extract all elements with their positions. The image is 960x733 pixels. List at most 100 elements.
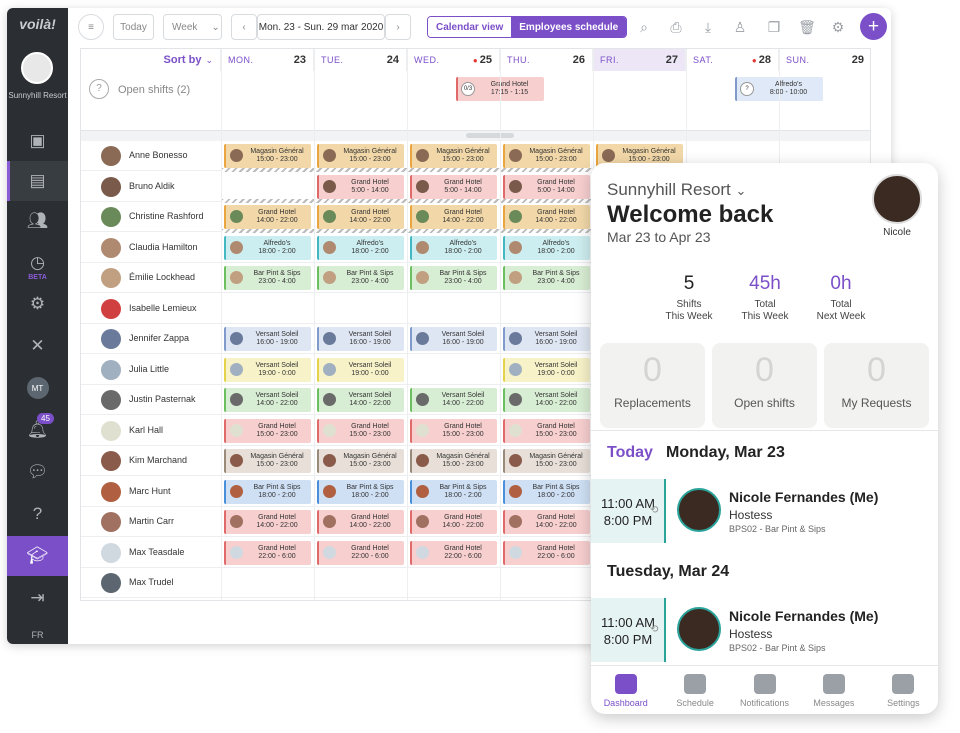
shift-block[interactable]: Grand Hotel22:00 - 6:00	[317, 540, 404, 565]
employees-schedule-tab[interactable]: Employees schedule	[511, 17, 627, 37]
shift-block[interactable]: Versant Soleil14:00 - 22:00	[224, 388, 311, 412]
shift-block[interactable]: Grand Hotel14:00 - 22:00	[410, 205, 497, 229]
employee-name[interactable]: Marc Hunt	[129, 486, 171, 496]
tab-notifications[interactable]: Notifications	[730, 666, 799, 714]
shift-block[interactable]: Versant Soleil14:00 - 22:00	[503, 388, 590, 412]
shift-block[interactable]: Alfredo's18:00 - 2:00	[224, 235, 311, 260]
date-range-display[interactable]: Mon. 23 - Sun. 29 mar 2020	[257, 14, 385, 40]
sort-by-control[interactable]: Sort by ⌄	[81, 49, 221, 71]
add-user-icon[interactable]: ♙	[731, 18, 749, 36]
tab-schedule[interactable]: Schedule	[660, 666, 729, 714]
shift-block[interactable]: Grand Hotel14:00 - 22:00	[224, 205, 311, 229]
shift-block[interactable]: Bar Pint & Sips18:00 - 2:00	[317, 479, 404, 504]
calendar-view-tab[interactable]: Calendar view	[428, 17, 512, 37]
employee-name[interactable]: Émilie Lockhead	[129, 272, 195, 282]
employee-avatar[interactable]	[101, 237, 121, 258]
shift-block[interactable]: Bar Pint & Sips18:00 - 2:00	[224, 479, 311, 504]
shift-card[interactable]: 11:00 AM 8:00 PM ⟲ Nicole Fernandes (Me) …	[591, 598, 938, 662]
shift-block[interactable]: Versant Soleil16:00 - 19:00	[224, 327, 311, 351]
shift-block[interactable]: Grand Hotel15:00 - 23:00	[503, 418, 590, 443]
shift-block[interactable]: Grand Hotel14:00 - 22:00	[503, 205, 590, 229]
shift-block[interactable]: Magasin Général15:00 - 23:00	[317, 144, 404, 168]
day-header[interactable]: TUE. 24	[314, 49, 407, 71]
shift-block[interactable]: Bar Pint & Sips18:00 - 2:00	[503, 479, 590, 504]
shift-block[interactable]: Grand Hotel22:00 - 6:00	[503, 540, 590, 565]
nav-item-tools[interactable]: ✕	[7, 326, 68, 366]
nav-item-employees[interactable]: 👥︎	[7, 201, 68, 241]
nav-item-academy[interactable]: 🎓︎	[7, 536, 68, 576]
shift-block[interactable]: Grand Hotel5:00 - 14:00	[317, 174, 404, 199]
employee-avatar[interactable]	[101, 329, 121, 349]
filter-button[interactable]: ≡	[78, 14, 104, 40]
organization-avatar[interactable]	[21, 52, 53, 84]
shift-block[interactable]: Versant Soleil19:00 - 0:00	[224, 357, 311, 382]
employee-avatar[interactable]	[101, 573, 121, 593]
employee-avatar[interactable]	[101, 146, 121, 166]
employee-avatar[interactable]	[101, 481, 121, 502]
shift-block[interactable]: Bar Pint & Sips23:00 - 4:00	[503, 266, 590, 290]
employee-avatar[interactable]	[101, 451, 121, 471]
employee-avatar[interactable]	[101, 268, 121, 288]
employee-name[interactable]: Max Trudel	[129, 577, 174, 587]
shift-block[interactable]: Magasin Général15:00 - 23:00	[410, 449, 497, 473]
shift-block[interactable]: Bar Pint & Sips23:00 - 4:00	[224, 266, 311, 290]
employee-avatar[interactable]	[101, 390, 121, 410]
search-icon[interactable]: ⌕	[635, 18, 653, 36]
download-icon[interactable]: ⤓	[699, 18, 717, 36]
employee-name[interactable]: Justin Pasternak	[129, 394, 196, 404]
shift-block[interactable]: Grand Hotel14:00 - 22:00	[224, 510, 311, 534]
user-avatar[interactable]	[872, 174, 922, 224]
shift-block[interactable]: Grand Hotel14:00 - 22:00	[317, 205, 404, 229]
employee-name[interactable]: Karl Hall	[129, 425, 163, 435]
employee-avatar[interactable]	[101, 542, 121, 563]
today-button[interactable]: Today	[113, 14, 154, 40]
day-header[interactable]: THU. 26	[500, 49, 593, 71]
employee-name[interactable]: Christine Rashford	[129, 211, 204, 221]
shift-block[interactable]: Grand Hotel14:00 - 22:00	[410, 510, 497, 534]
shift-block[interactable]: Magasin Général15:00 - 23:00	[503, 449, 590, 473]
nav-item-inbox[interactable]: ▣	[7, 121, 68, 161]
shift-block[interactable]: Grand Hotel22:00 - 6:00	[224, 540, 311, 565]
employee-avatar[interactable]	[101, 207, 121, 227]
employee-name[interactable]: Max Teasdale	[129, 547, 184, 557]
nav-item-profile[interactable]: MT	[7, 368, 68, 408]
nav-item-logout[interactable]: ⇥	[7, 578, 68, 618]
employee-avatar[interactable]	[101, 176, 121, 197]
shift-block[interactable]: Alfredo's18:00 - 2:00	[317, 235, 404, 260]
copy-icon[interactable]: ❐	[765, 18, 783, 36]
shift-block[interactable]: Bar Pint & Sips23:00 - 4:00	[317, 266, 404, 290]
shift-block[interactable]: Grand Hotel15:00 - 23:00	[410, 418, 497, 443]
print-icon[interactable]: ⎙	[667, 18, 685, 36]
shift-block[interactable]: Grand Hotel15:00 - 23:00	[317, 418, 404, 443]
employee-name[interactable]: Jennifer Zappa	[129, 333, 189, 343]
employee-avatar[interactable]	[101, 359, 121, 380]
resort-selector[interactable]: Sunnyhill Resort ⌄	[607, 180, 746, 200]
employee-name[interactable]: Kim Marchand	[129, 455, 187, 465]
shift-block[interactable]: Magasin Général15:00 - 23:00	[224, 449, 311, 473]
tab-dashboard[interactable]: Dashboard	[591, 666, 660, 714]
horizontal-scrollbar[interactable]	[81, 131, 870, 141]
shift-block[interactable]: Bar Pint & Sips23:00 - 4:00	[410, 266, 497, 290]
next-week-button[interactable]: ›	[385, 14, 411, 40]
shift-block[interactable]: Versant Soleil14:00 - 22:00	[410, 388, 497, 412]
employee-name[interactable]: Anne Bonesso	[129, 150, 188, 160]
shift-block[interactable]: Grand Hotel14:00 - 22:00	[503, 510, 590, 534]
shift-block[interactable]: Versant Soleil19:00 - 0:00	[317, 357, 404, 382]
shift-block[interactable]: Grand Hotel14:00 - 22:00	[317, 510, 404, 534]
employee-name[interactable]: Isabelle Lemieux	[129, 303, 197, 313]
employee-avatar[interactable]	[101, 512, 121, 532]
tab-settings[interactable]: Settings	[869, 666, 938, 714]
employee-avatar[interactable]	[101, 298, 121, 319]
shift-block[interactable]: Grand Hotel15:00 - 23:00	[224, 418, 311, 443]
open-shifts-card[interactable]: 0 Open shifts	[712, 343, 817, 428]
prev-week-button[interactable]: ‹	[231, 14, 257, 40]
employee-name[interactable]: Bruno Aldik	[129, 181, 175, 191]
shift-block[interactable]: Versant Soleil14:00 - 22:00	[317, 388, 404, 412]
day-header[interactable]: MON. 23	[221, 49, 314, 71]
shift-block[interactable]: Magasin Général15:00 - 23:00	[410, 144, 497, 168]
employee-name[interactable]: Claudia Hamilton	[129, 242, 198, 252]
shift-block[interactable]: Alfredo's18:00 - 2:00	[410, 235, 497, 260]
shift-block[interactable]: Magasin Général15:00 - 23:00	[224, 144, 311, 168]
add-button[interactable]: +	[860, 13, 887, 40]
day-header[interactable]: SAT. ● 28	[686, 49, 779, 71]
